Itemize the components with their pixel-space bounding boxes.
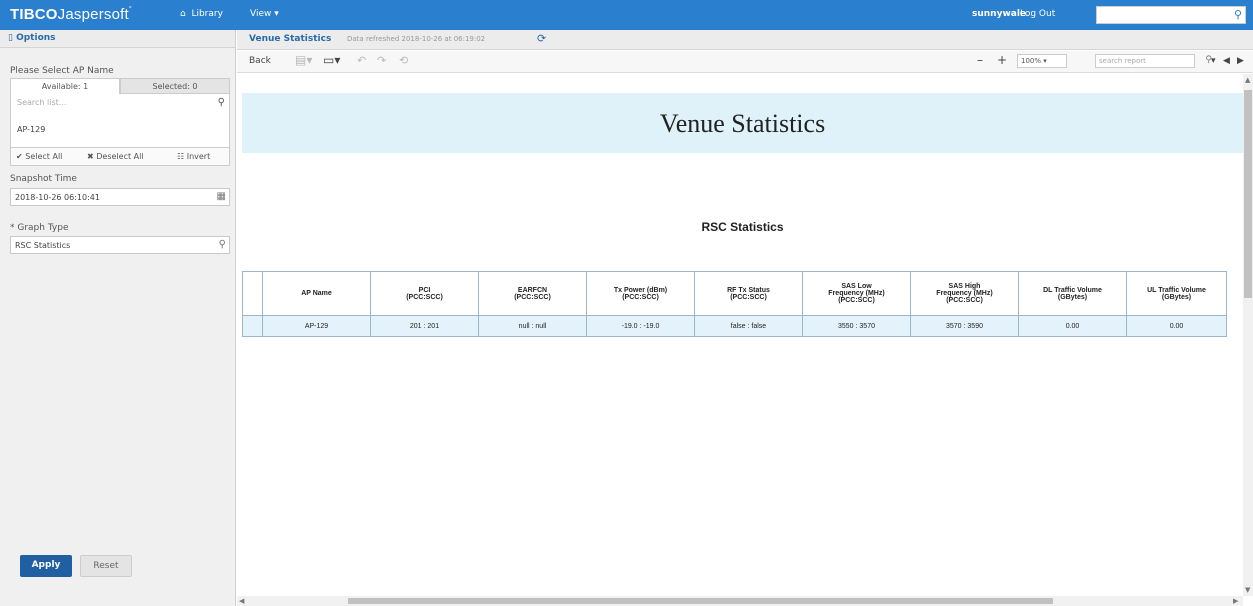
ap-list: Search list... ⚲ AP-129 [10, 94, 230, 148]
rsc-statistics-table: AP Name PCI (PCC:SCC) EARFCN (PCC:SCC) T… [242, 271, 1227, 337]
view-menu[interactable]: View ▾ [250, 9, 279, 19]
column-header: DL Traffic Volume (GBytes) [1018, 271, 1127, 316]
table-header-row: AP Name PCI (PCC:SCC) EARFCN (PCC:SCC) T… [242, 271, 1227, 316]
ap-name-label: Please Select AP Name [10, 66, 114, 76]
report-title: Venue Statistics [249, 34, 332, 44]
back-button[interactable]: Back [249, 56, 271, 66]
table-cell: -19.0 : -19.0 [586, 315, 695, 337]
zoom-out-button[interactable]: – [977, 53, 983, 67]
search-icon[interactable]: ⚲ [1234, 8, 1242, 21]
table-cell: 0.00 [1018, 315, 1127, 337]
report-banner: Venue Statistics [242, 93, 1243, 153]
table-cell: AP-129 [262, 315, 371, 337]
calendar-icon[interactable]: ▦ [217, 191, 226, 202]
spacer-cell [242, 315, 263, 337]
list-tabs: Available: 1 Selected: 0 [10, 78, 230, 94]
refresh-timestamp: Data refreshed 2018-10-26 at 06:19:02 [347, 35, 486, 43]
report-header: Venue Statistics Data refreshed 2018-10-… [237, 30, 1253, 50]
home-icon: ⌂ [180, 9, 186, 19]
column-header: PCI (PCC:SCC) [370, 271, 479, 316]
report-toolbar: Back ▤▾ ▭▾ ↶ ↷ ⟲ – + 100% ▾ search repor… [237, 51, 1253, 73]
column-header: UL Traffic Volume (GBytes) [1126, 271, 1227, 316]
deselect-all-button[interactable]: ✖ Deselect All [87, 152, 144, 161]
table-cell: 3570 : 3590 [910, 315, 1019, 337]
previous-result-icon[interactable]: ◀ [1223, 56, 1230, 66]
reset-button[interactable]: Reset [80, 555, 132, 577]
scroll-left-arrow[interactable]: ◀ [239, 597, 244, 605]
column-header: SAS High Frequency (MHz) (PCC:SCC) [910, 271, 1019, 316]
undo-all-icon[interactable]: ⟲ [399, 54, 408, 67]
collapse-icon[interactable]: ▯ [8, 33, 13, 43]
table-row: AP-129 201 : 201 null : null -19.0 : -19… [242, 315, 1227, 337]
invert-button[interactable]: ☷ Invert [177, 152, 210, 161]
search-options-icon[interactable]: ▾ [1211, 56, 1216, 66]
table-cell: false : false [694, 315, 803, 337]
options-header[interactable]: ▯ Options [0, 30, 235, 48]
undo-icon[interactable]: ↶ [357, 54, 366, 67]
table-cell: 201 : 201 [370, 315, 479, 337]
list-search-input[interactable]: Search list... ⚲ [15, 97, 227, 112]
snapshot-time-input[interactable]: 2018-10-26 06:10:41 ▦ [10, 188, 230, 206]
tab-available[interactable]: Available: 1 [10, 78, 120, 94]
options-panel: ▯ Options Please Select AP Name Availabl… [0, 30, 236, 606]
banner-title: Venue Statistics [659, 109, 826, 138]
tab-selected[interactable]: Selected: 0 [120, 78, 230, 94]
horizontal-scroll-thumb[interactable] [348, 598, 1053, 604]
search-icon[interactable]: ⚲ [218, 97, 225, 108]
scroll-up-arrow[interactable]: ▲ [1245, 76, 1250, 84]
zoom-select[interactable]: 100% ▾ [1017, 54, 1067, 68]
spacer-cell [242, 271, 263, 316]
logout-link[interactable]: Log Out [1020, 9, 1055, 19]
scroll-right-arrow[interactable]: ▶ [1233, 597, 1238, 605]
table-cell: 0.00 [1126, 315, 1227, 337]
nav-library[interactable]: ⌂ Library [180, 9, 223, 19]
report-subtitle: RSC Statistics [701, 220, 784, 234]
snapshot-time-label: Snapshot Time [10, 174, 77, 184]
table-cell: 3550 : 3570 [802, 315, 911, 337]
save-icon[interactable]: ▤▾ [295, 53, 312, 67]
export-icon[interactable]: ▭▾ [323, 53, 340, 67]
column-header: Tx Power (dBm) (PCC:SCC) [586, 271, 695, 316]
apply-button[interactable]: Apply [20, 555, 72, 577]
global-search-input[interactable]: ⚲ [1096, 6, 1246, 24]
column-header: EARFCN (PCC:SCC) [478, 271, 587, 316]
next-result-icon[interactable]: ▶ [1237, 56, 1244, 66]
column-header: RF Tx Status (PCC:SCC) [694, 271, 803, 316]
select-all-button[interactable]: ✔ Select All [16, 152, 62, 161]
search-icon[interactable]: ⚲ [219, 239, 226, 250]
column-header: SAS Low Frequency (MHz) (PCC:SCC) [802, 271, 911, 316]
report-canvas: Venue Statistics RSC Statistics AP Name … [237, 74, 1243, 596]
top-navigation-bar: TIBCOJaspersoft° ⌂ Library View ▾ sunnyw… [0, 0, 1253, 30]
list-item[interactable]: AP-129 [17, 125, 45, 134]
redo-icon[interactable]: ↷ [377, 54, 386, 67]
scroll-down-arrow[interactable]: ▼ [1245, 586, 1250, 594]
graph-type-input[interactable]: RSC Statistics ⚲ [10, 236, 230, 254]
username-link[interactable]: sunnywale [972, 9, 1026, 19]
refresh-icon[interactable]: ⟳ [537, 32, 546, 45]
zoom-in-button[interactable]: + [997, 53, 1007, 67]
jaspersoft-logo[interactable]: TIBCOJaspersoft° [10, 6, 132, 23]
table-cell: null : null [478, 315, 587, 337]
report-search-input[interactable]: search report ⚲ [1095, 54, 1212, 68]
list-toolbar: ✔ Select All ✖ Deselect All ☷ Invert [10, 148, 230, 166]
column-header: AP Name [262, 271, 371, 316]
vertical-scroll-thumb[interactable] [1244, 90, 1252, 298]
graph-type-label: * Graph Type [10, 223, 69, 233]
